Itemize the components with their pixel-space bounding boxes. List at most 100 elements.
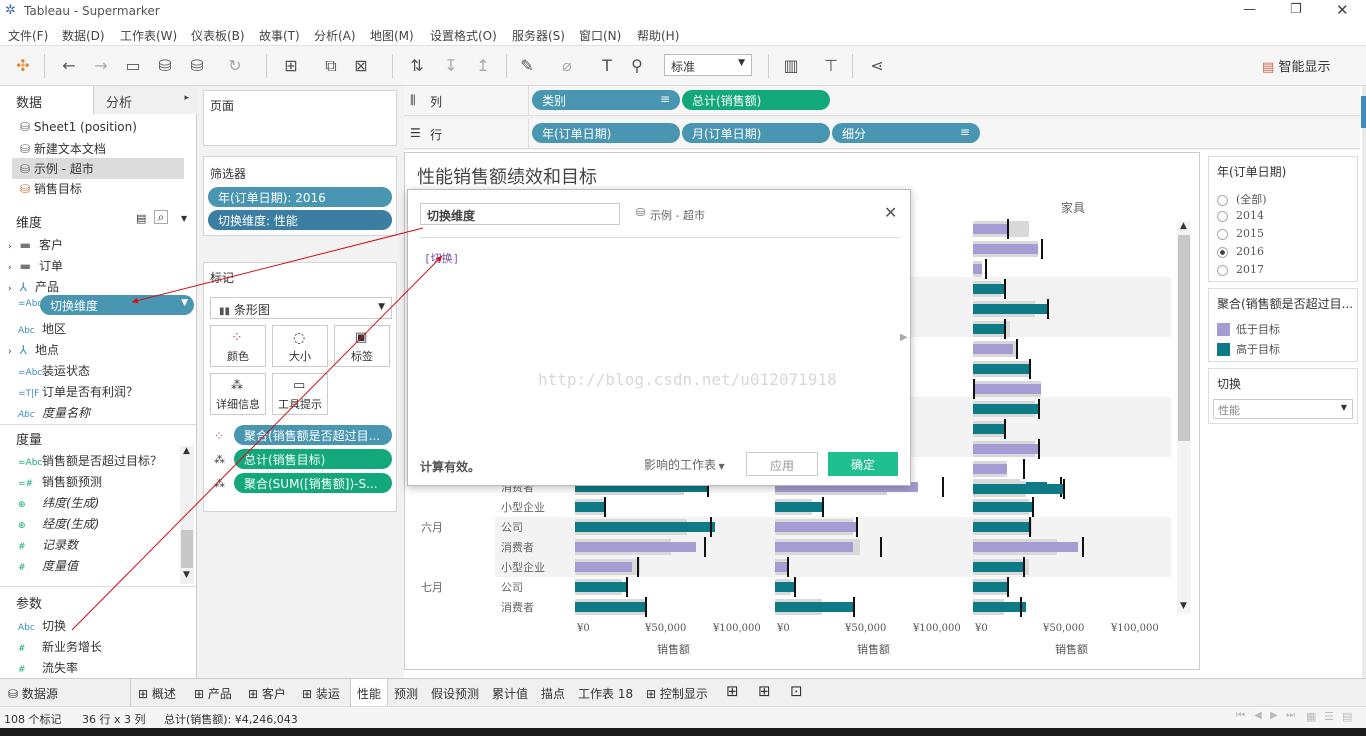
calc-name-input[interactable]: 切换维度 <box>420 203 620 225</box>
pages-card[interactable]: 页面 <box>203 90 397 146</box>
nav-last-icon[interactable]: ⏭ <box>1286 710 1295 721</box>
menu-data[interactable]: 数据(D) <box>62 27 105 44</box>
tab-sheet[interactable]: ⊞ 装运 <box>302 685 340 702</box>
refresh-icon[interactable]: ↻ <box>224 56 246 75</box>
highlight-icon[interactable]: ✎ <box>516 56 538 75</box>
year-option[interactable]: (全部) <box>1217 191 1267 207</box>
column-pill[interactable]: 总计(销售额) <box>682 90 830 110</box>
view-scrollbar[interactable]: ▲ ▼ <box>1177 221 1191 613</box>
scroll-thumb[interactable] <box>181 530 193 568</box>
group-icon[interactable]: ⌀ <box>556 56 578 75</box>
tooltip-button[interactable]: ▭ 工具提示 <box>272 373 328 415</box>
close-icon[interactable]: ✕ <box>884 203 897 222</box>
row-pill[interactable]: 月(订单日期) <box>682 123 830 143</box>
columns-shelf[interactable]: ⫼ 列 类别 ≡ 总计(销售额) <box>404 86 1360 116</box>
tab-data[interactable]: 数据 <box>0 86 94 114</box>
fit-select[interactable]: 标准 ▼ <box>664 54 752 76</box>
tab-sheet[interactable]: ⊞ 概述 <box>138 685 176 702</box>
menu-file[interactable]: 文件(F) <box>8 27 48 44</box>
measure-field[interactable]: ⊕ 纬度(生成) <box>18 494 99 511</box>
save-icon[interactable]: ▭ <box>122 56 144 75</box>
measure-field[interactable]: # 记录数 <box>18 536 78 553</box>
chevron-down-icon[interactable]: ▼ <box>181 214 187 223</box>
share-icon[interactable]: ⋖ <box>866 56 888 75</box>
size-button[interactable]: ◌ 大小 <box>272 325 328 367</box>
tab-sheet[interactable]: ⊞ 客户 <box>248 685 286 702</box>
tab-dashboard[interactable]: ⊞ 控制显示 <box>646 685 708 702</box>
color-button[interactable]: ⁘ 颜色 <box>210 325 266 367</box>
tab-sheet-active[interactable]: 性能 <box>350 679 389 707</box>
new-worksheet-icon[interactable]: ⊞ <box>726 682 739 700</box>
dimension-folder[interactable]: › ▬ 订单 <box>8 257 63 274</box>
clear-sheet-icon[interactable]: ⊠ <box>350 56 372 75</box>
new-story-icon[interactable]: ⊡ <box>790 682 803 700</box>
pause-updates-icon[interactable]: ⛁ <box>186 56 208 75</box>
datasource-item-selected[interactable]: ⛁ 示例 - 超市 <box>12 158 184 179</box>
dimension-field[interactable]: Abc 地区 <box>18 320 66 337</box>
tableau-home-icon[interactable]: ✣ <box>12 56 34 75</box>
tab-datasource[interactable]: ⛁ 数据源 <box>8 685 58 702</box>
dependents-dropdown[interactable]: 影响的工作表 ▼ <box>644 456 725 473</box>
grid-view-icon[interactable]: ▦ <box>1306 710 1316 723</box>
parameter-field[interactable]: # 流失率 <box>18 659 78 676</box>
tab-sheet[interactable]: 假设预测 <box>431 685 479 702</box>
new-datasource-icon[interactable]: ⛁ <box>154 56 176 75</box>
label-button[interactable]: ▣ 标签 <box>334 325 390 367</box>
menu-format[interactable]: 设置格式(O) <box>430 27 497 44</box>
tab-sheet[interactable]: 累计值 <box>492 685 528 702</box>
year-option[interactable]: 2016 <box>1217 245 1264 258</box>
datasource-item[interactable]: ⛁ 销售目标 <box>20 180 82 197</box>
minimize-icon[interactable]: — <box>1243 2 1256 17</box>
new-worksheet-icon[interactable]: ⊞ <box>280 56 302 75</box>
menu-map[interactable]: 地图(M) <box>370 27 414 44</box>
tab-sheet[interactable]: ⊞ 产品 <box>194 685 232 702</box>
filter-pill[interactable]: 切换维度: 性能 <box>208 210 392 230</box>
pin-icon[interactable]: ⚲ <box>626 56 648 75</box>
list-view-icon[interactable]: ▤ <box>136 212 146 225</box>
parameter-select[interactable]: 性能 ▼ <box>1213 399 1353 419</box>
year-option[interactable]: 2015 <box>1217 227 1264 240</box>
filters-card[interactable]: 筛选器 年(订单日期): 2016 切换维度: 性能 <box>203 156 397 236</box>
measure-field[interactable]: ⊕ 经度(生成) <box>18 515 99 532</box>
restore-icon[interactable]: ❐ <box>1290 2 1302 17</box>
parameter-card[interactable]: 切换 性能 ▼ <box>1208 368 1358 424</box>
row-pill[interactable]: 细分 ≡ <box>832 123 980 143</box>
year-filter-card[interactable]: 年(订单日期) (全部) 2014 2015 2016 2017 <box>1208 156 1358 282</box>
datasource-item[interactable]: ⛁ 新建文本文档 <box>20 140 106 157</box>
tab-sheet[interactable]: 工作表 18 <box>578 685 633 702</box>
sort-desc-icon[interactable]: ↥ <box>472 56 494 75</box>
menu-story[interactable]: 故事(T) <box>259 27 300 44</box>
show-me-button[interactable]: ▤ 智能显示 <box>1262 56 1330 75</box>
parameter-field[interactable]: # 新业务增长 <box>18 638 102 655</box>
formula-editor[interactable]: [切换] <box>420 242 900 442</box>
dimension-hierarchy[interactable]: › ⅄ 产品 <box>8 278 59 295</box>
menu-analysis[interactable]: 分析(A) <box>314 27 356 44</box>
menu-server[interactable]: 服务器(S) <box>512 27 565 44</box>
ok-button[interactable]: 确定 <box>828 452 898 476</box>
measure-field[interactable]: =Abc销售额是否超过目标？ <box>18 452 162 469</box>
dimension-field[interactable]: =Abc装运状态 <box>18 362 90 379</box>
menu-dashboard[interactable]: 仪表板(B) <box>191 27 245 44</box>
nav-prev-icon[interactable]: ◀ <box>1254 710 1262 721</box>
filter-pill[interactable]: 年(订单日期): 2016 <box>208 187 392 207</box>
parameter-field[interactable]: Abc 切换 <box>18 617 66 634</box>
mark-pill[interactable]: 聚合(销售额是否超过目... <box>234 425 392 445</box>
tab-sheet[interactable]: 描点 <box>541 685 565 702</box>
redo-icon[interactable]: → <box>90 56 112 75</box>
mark-type-select[interactable]: ▮▮ 条形图 ▼ <box>210 297 392 319</box>
nav-next-icon[interactable]: ▶ <box>1270 710 1278 721</box>
legend-item[interactable]: 低于目标 <box>1217 321 1280 337</box>
measure-field[interactable]: # 度量值 <box>18 557 78 574</box>
detail-button[interactable]: ⁂ 详细信息 <box>210 373 266 415</box>
dimension-field[interactable]: =T|F 订单是否有利润？ <box>18 383 138 400</box>
menu-window[interactable]: 窗口(N) <box>579 27 621 44</box>
column-pill[interactable]: 类别 ≡ <box>532 90 680 110</box>
search-icon[interactable]: ⌕ <box>154 210 168 224</box>
new-dashboard-icon[interactable]: ⊞ <box>758 682 771 700</box>
menu-worksheet[interactable]: 工作表(W) <box>120 27 177 44</box>
sort-asc-icon[interactable]: ↧ <box>440 56 462 75</box>
scroll-thumb[interactable] <box>1178 235 1190 441</box>
tab-analysis[interactable]: 分析 ▸ <box>94 86 197 114</box>
expand-arrow-icon[interactable]: ▶ <box>900 332 908 343</box>
mark-pill[interactable]: 总计(销售目标) <box>234 449 392 469</box>
